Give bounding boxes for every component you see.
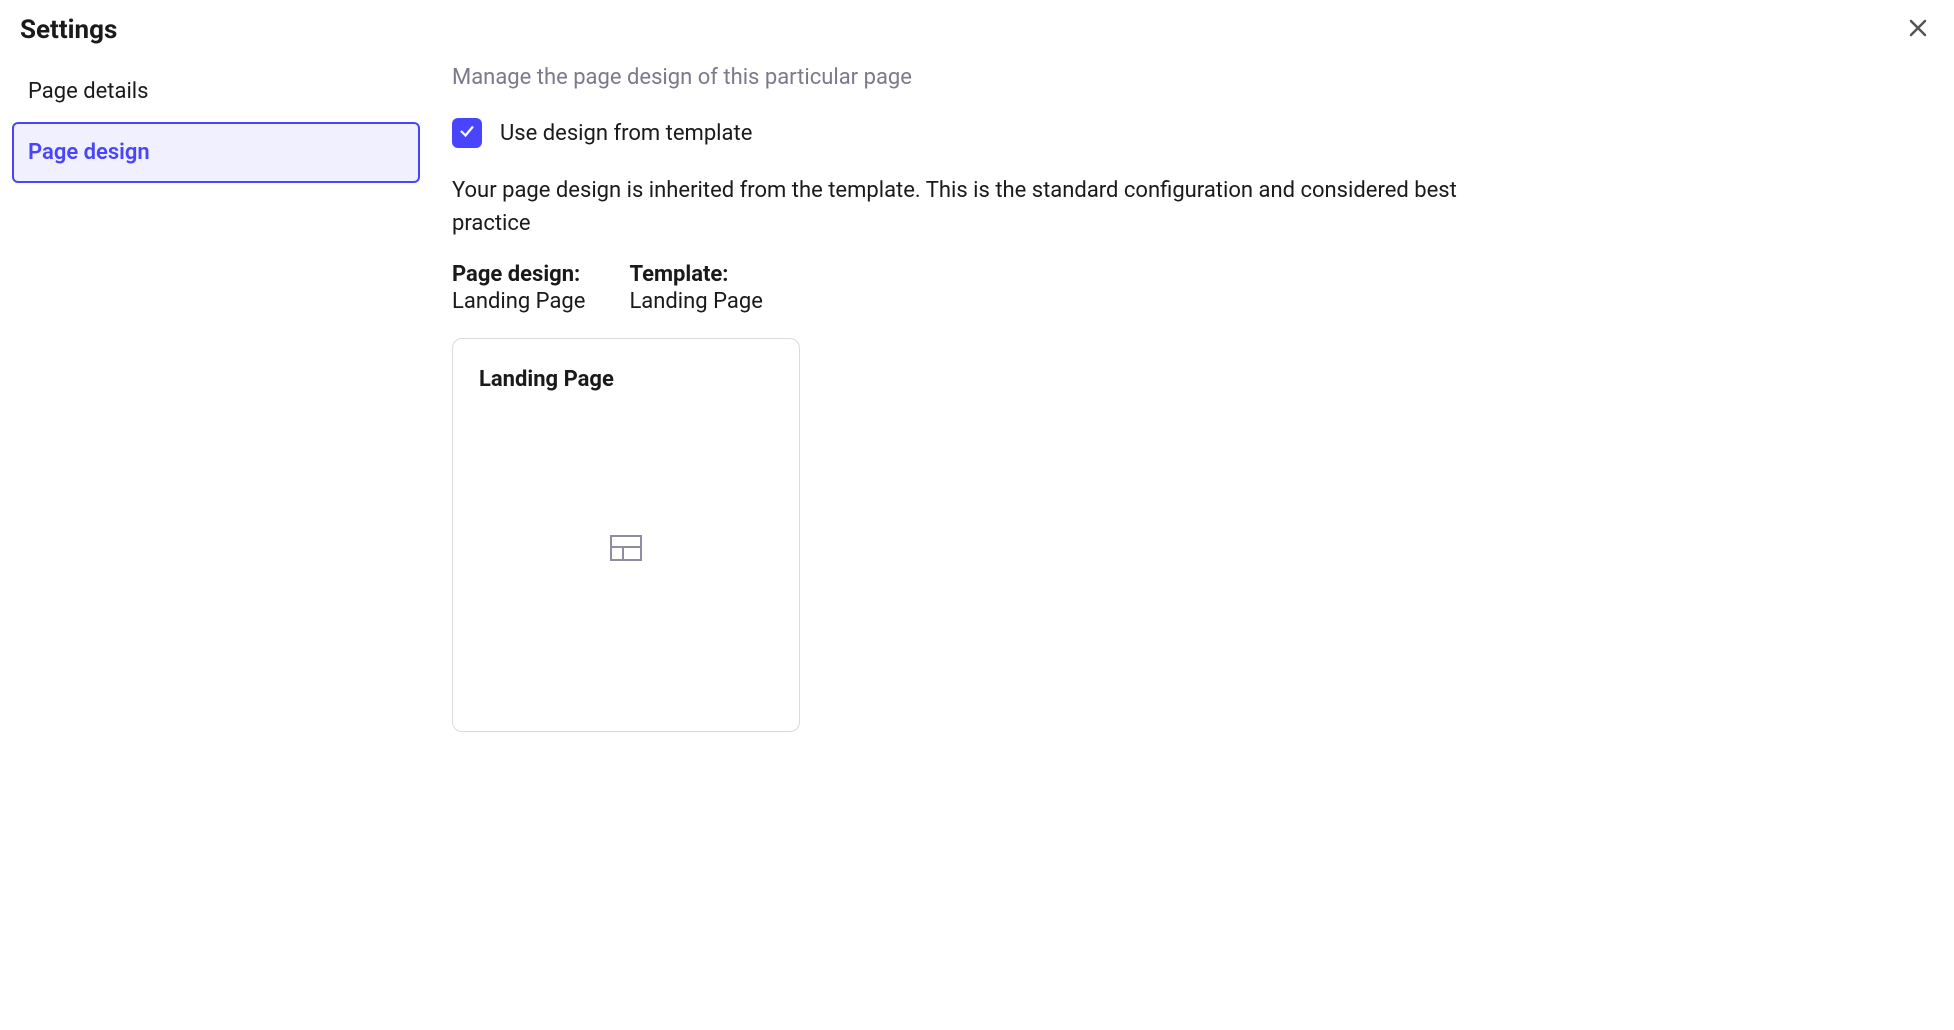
- sidebar-item-page-design[interactable]: Page design: [12, 122, 420, 183]
- close-icon: [1906, 16, 1930, 43]
- design-preview-card[interactable]: Landing Page: [452, 338, 800, 732]
- template-info: Template: Landing Page: [629, 262, 762, 314]
- layout-icon: [479, 392, 773, 703]
- page-title: Settings: [20, 15, 117, 45]
- sidebar-item-page-details[interactable]: Page details: [12, 61, 420, 122]
- settings-content: Manage the page design of this particula…: [452, 61, 1492, 732]
- section-subtitle: Manage the page design of this particula…: [452, 65, 1492, 90]
- close-button[interactable]: [1902, 12, 1934, 47]
- check-icon: [458, 122, 476, 144]
- page-design-value: Landing Page: [452, 289, 585, 314]
- page-design-label: Page design:: [452, 262, 585, 287]
- template-description-text: Your page design is inherited from the t…: [452, 174, 1492, 240]
- page-design-info: Page design: Landing Page: [452, 262, 585, 314]
- template-label: Template:: [629, 262, 762, 287]
- use-template-checkbox-label: Use design from template: [500, 121, 752, 146]
- use-template-checkbox[interactable]: [452, 118, 482, 148]
- template-value: Landing Page: [629, 289, 762, 314]
- settings-sidebar: Page details Page design: [12, 61, 420, 732]
- design-preview-title: Landing Page: [479, 367, 773, 392]
